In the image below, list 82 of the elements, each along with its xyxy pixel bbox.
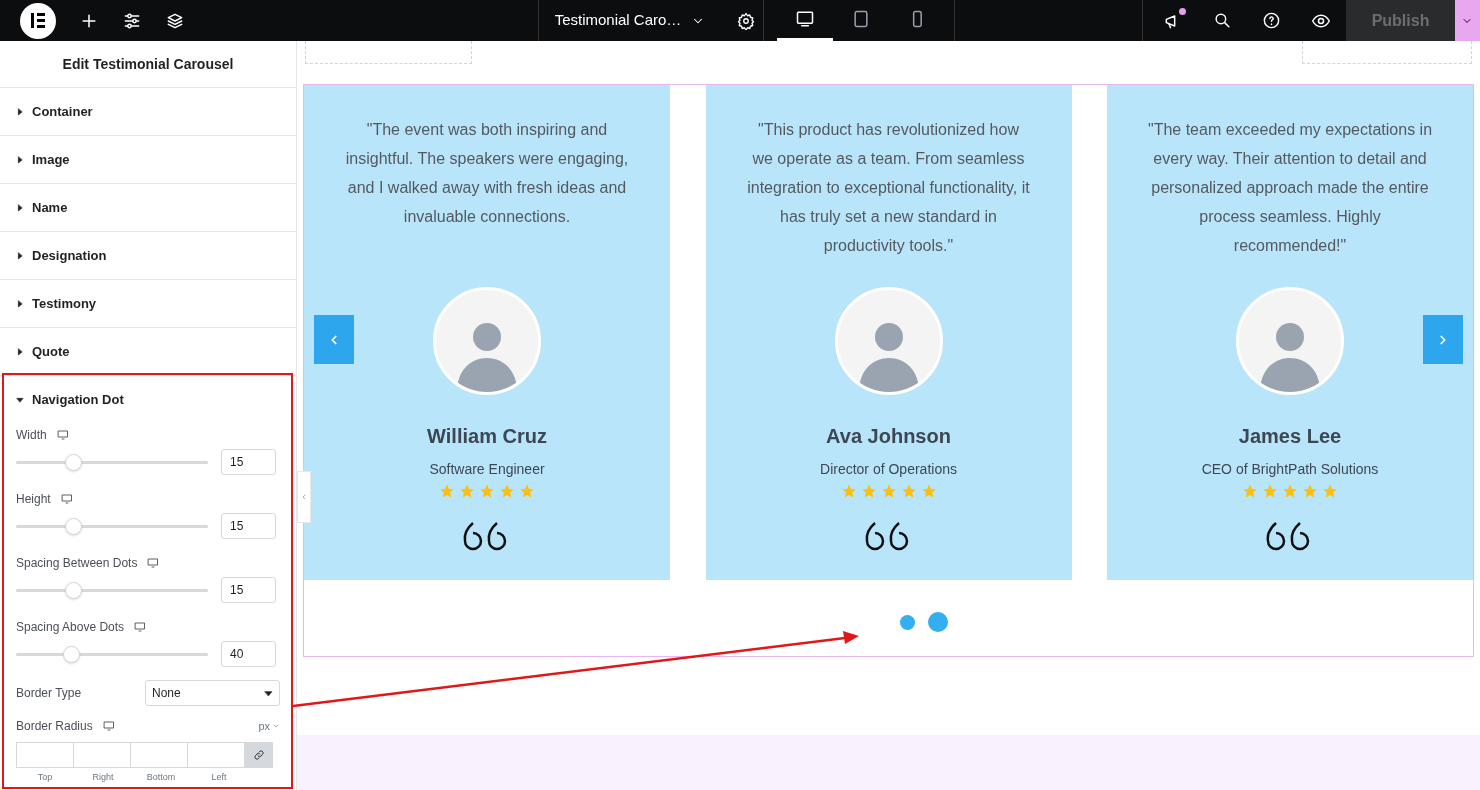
link-button[interactable] (245, 742, 273, 768)
person-title: Director of Operations (820, 460, 957, 479)
section-header[interactable]: Navigation Dot (0, 376, 296, 424)
number-field[interactable]: 40 (221, 641, 276, 667)
star-icon (1302, 483, 1318, 499)
testimonial-text: "The team exceeded my expectations in every way. Their attention to detail and personalized approach made the entire process seamless. Highly recommended!" (1147, 120, 1433, 256)
testimonial-text: "The event was both inspiring and insightful. The speakers were engaging, and I walked away with fresh ideas and invaluable connections. (344, 120, 630, 227)
star-icon (479, 483, 495, 499)
person-name: William Cruz (427, 424, 547, 449)
radius-field[interactable] (16, 742, 74, 768)
settings-icon[interactable] (737, 11, 756, 30)
logo-icon[interactable] (20, 2, 56, 39)
control-label: Spacing Between Dots (16, 555, 138, 572)
side-label: Bottom (146, 772, 176, 782)
star-icon (920, 483, 937, 499)
radius-field[interactable] (73, 742, 131, 768)
radius-field[interactable] (187, 742, 245, 768)
caret-down-icon (264, 688, 273, 698)
desktop-icon[interactable] (102, 720, 115, 732)
caret-right-icon (16, 299, 24, 308)
desktop-icon (795, 9, 816, 29)
section-header[interactable]: Designation (0, 232, 296, 280)
caret-right-icon (16, 347, 24, 356)
slider-thumb[interactable] (63, 645, 81, 663)
section-header[interactable]: Image (0, 136, 296, 184)
number-field[interactable]: 15 (221, 577, 276, 603)
star-icon (1262, 483, 1278, 499)
caret-right-icon (16, 107, 24, 116)
unit-selector[interactable]: px (258, 717, 280, 735)
desktop-icon[interactable] (134, 621, 147, 633)
slider-track[interactable] (16, 517, 208, 535)
caret-down-icon (16, 396, 24, 404)
control-label: Border Radius (16, 718, 93, 735)
number-field[interactable]: 15 (221, 449, 276, 475)
person-title: CEO of BrightPath Solutions (1201, 460, 1379, 479)
desktop-icon[interactable] (147, 557, 160, 569)
person-name: James Lee (1238, 424, 1342, 449)
select-field[interactable]: None (145, 680, 280, 706)
person-title: Software Engineer (429, 460, 545, 479)
section-header[interactable]: Testimony (0, 280, 296, 328)
star-icon (840, 483, 857, 499)
star-icon (519, 483, 535, 499)
star-icon (1322, 483, 1338, 499)
help-icon[interactable] (1262, 11, 1282, 30)
person-name: Ava Johnson (826, 424, 951, 449)
control-label: Border Type (16, 685, 82, 702)
desktop-icon[interactable] (56, 429, 69, 441)
slider-track[interactable] (16, 581, 208, 599)
caret-right-icon (16, 155, 24, 164)
star-icon (459, 483, 475, 499)
star-icon (900, 483, 917, 499)
radius-field[interactable] (130, 742, 188, 768)
section-header[interactable]: Container (0, 88, 296, 136)
control-label: Width (16, 427, 47, 444)
link-icon (253, 749, 265, 761)
number-field[interactable]: 15 (221, 513, 276, 539)
desktop-icon[interactable] (60, 493, 73, 505)
testimonial-text: "This product has revolutionized how we operate as a team. From seamless integration to exceptional functionality, it has truly set a new standard in productivity tools." (746, 120, 1031, 256)
slider-thumb[interactable] (65, 581, 82, 599)
caret-right-icon (16, 251, 24, 260)
slider-thumb[interactable] (65, 453, 82, 471)
star-icon (439, 483, 455, 499)
side-label: Left (211, 772, 227, 782)
star-icon (880, 483, 897, 499)
slider-track[interactable] (16, 453, 208, 471)
section-header[interactable]: Name (0, 184, 296, 232)
control-label: Spacing Above Dots (16, 619, 125, 636)
page-title[interactable]: Testimonial Caro… (554, 9, 682, 32)
star-icon (499, 483, 515, 499)
star-icon (860, 483, 877, 499)
chevron-down-icon (272, 722, 280, 730)
slider-thumb[interactable] (65, 517, 82, 535)
chevron-left-icon (300, 493, 308, 501)
section-header[interactable]: Quote (0, 328, 296, 376)
side-label: Right (92, 772, 114, 782)
panel-title: Edit Testimonial Carousel (0, 41, 296, 88)
side-label: Top (37, 772, 53, 782)
caret-right-icon (16, 203, 24, 212)
star-icon (1282, 483, 1298, 499)
control-label: Height (16, 491, 51, 508)
slider-track[interactable] (16, 645, 208, 663)
star-icon (1242, 483, 1258, 499)
